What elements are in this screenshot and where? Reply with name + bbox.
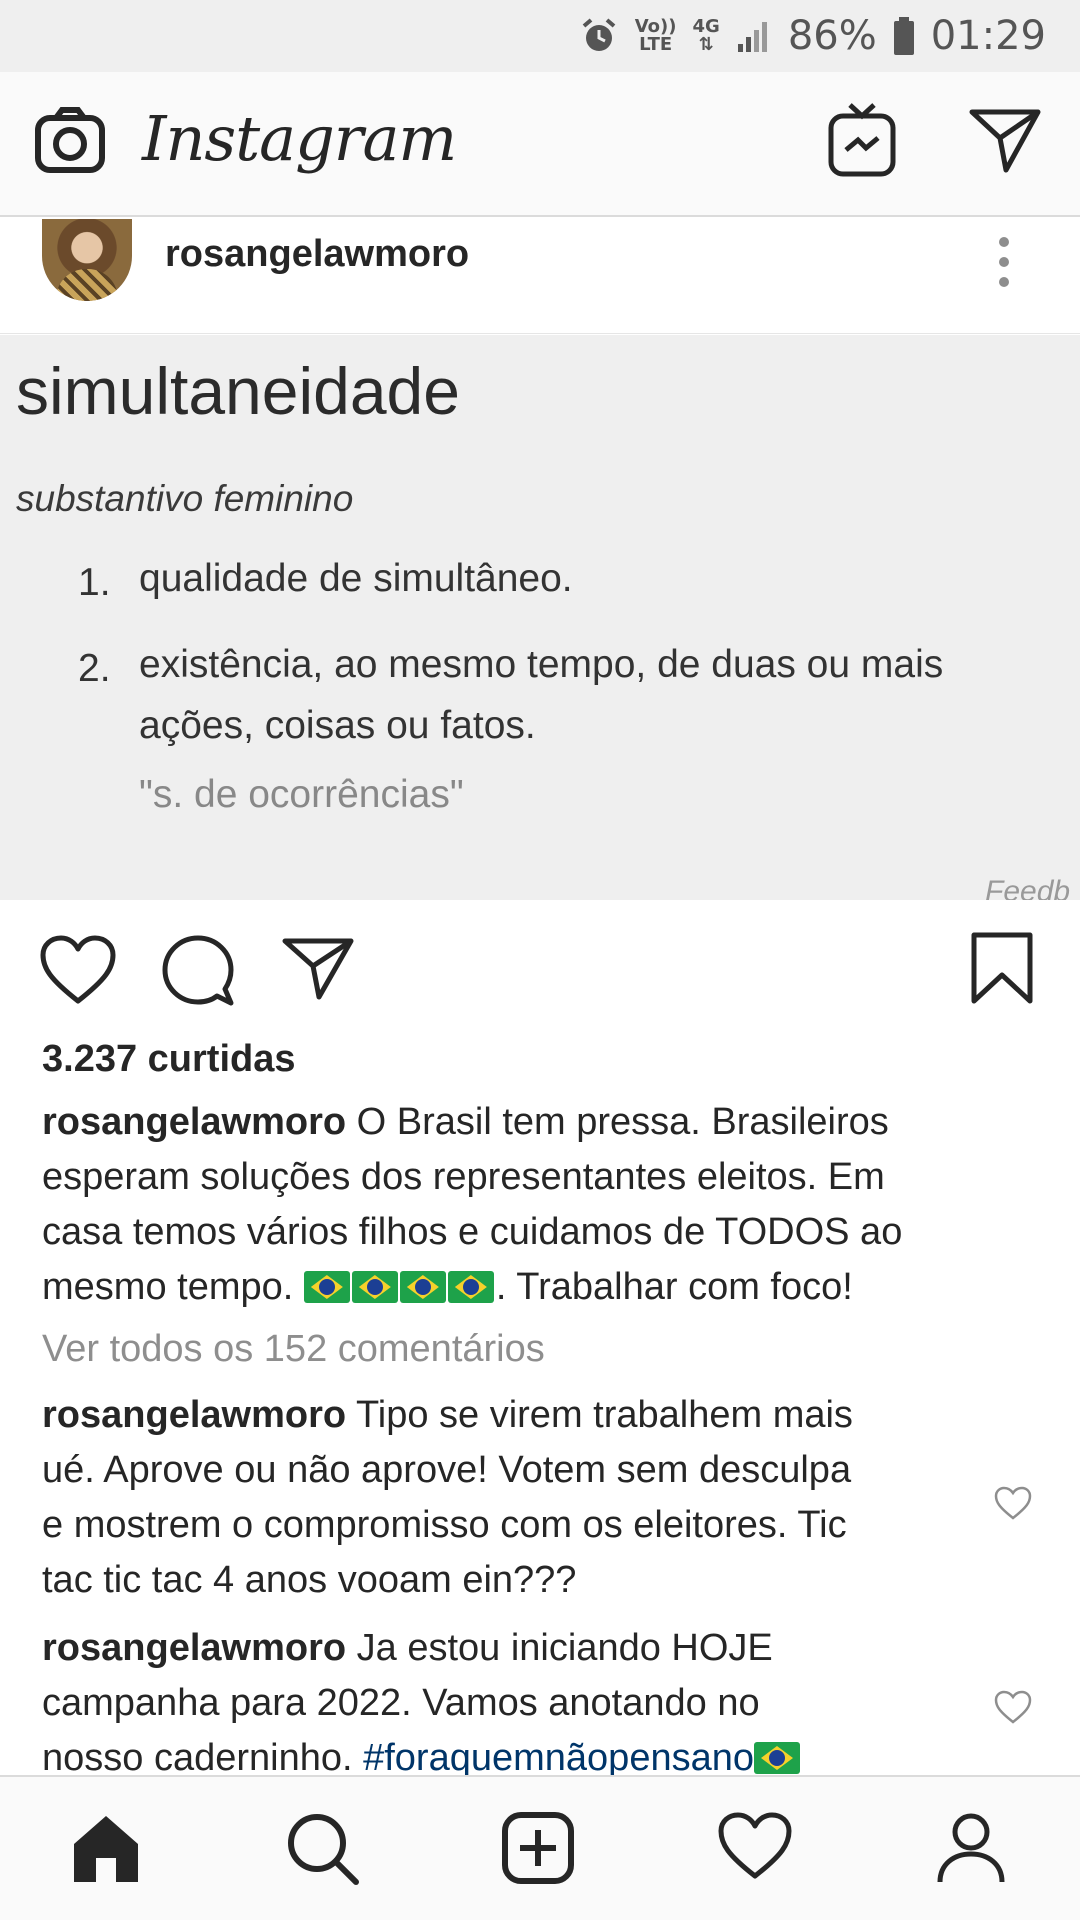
brazil-flag-icon xyxy=(753,1742,800,1774)
clock: 01:29 xyxy=(930,13,1046,59)
alarm-icon xyxy=(579,16,619,56)
signal-icon xyxy=(736,18,772,54)
battery-icon xyxy=(893,16,915,56)
post-actions xyxy=(0,915,1080,1025)
app-header: Instagram xyxy=(0,72,1080,217)
hashtag-link[interactable]: #foraquemnãopensano xyxy=(363,1737,754,1779)
profile-icon[interactable] xyxy=(936,1812,1006,1889)
comment-username[interactable]: rosangelawmoro xyxy=(42,1394,346,1436)
post-username[interactable]: rosangelawmoro xyxy=(165,233,469,276)
like-heart-icon[interactable] xyxy=(40,935,116,1010)
caption-username[interactable]: rosangelawmoro xyxy=(42,1101,346,1143)
comment-icon[interactable] xyxy=(162,935,234,1012)
network-4g-icon: 4G ⇅ xyxy=(692,16,720,55)
search-icon[interactable] xyxy=(286,1812,360,1891)
home-icon[interactable] xyxy=(70,1812,142,1889)
post-image[interactable]: simultaneidade substantivo feminino 1. q… xyxy=(0,335,1080,900)
bottom-navigation xyxy=(0,1775,1080,1920)
avatar[interactable] xyxy=(42,219,132,301)
feedback-label: Feedb xyxy=(985,875,1071,900)
app-logo: Instagram xyxy=(142,102,457,175)
dictionary-term: simultaneidade xyxy=(16,354,460,428)
view-all-comments-link[interactable]: Ver todos os 152 comentários xyxy=(42,1328,545,1371)
comment-username[interactable]: rosangelawmoro xyxy=(42,1627,346,1669)
definition-text: existência, ao mesmo tempo, de duas ou m… xyxy=(139,643,944,686)
definition-text: qualidade de simultâneo. xyxy=(139,557,573,600)
comment-like-heart-icon[interactable] xyxy=(994,1690,1032,1729)
activity-heart-icon[interactable] xyxy=(718,1812,792,1885)
like-count[interactable]: 3.237 curtidas xyxy=(42,1038,295,1081)
brazil-flag-icon xyxy=(447,1271,494,1303)
definition-text: ações, coisas ou fatos. xyxy=(139,704,536,747)
direct-message-icon[interactable] xyxy=(968,108,1042,179)
battery-percent: 86% xyxy=(787,13,877,59)
usage-example: "s. de ocorrências" xyxy=(139,773,464,816)
comment: rosangelawmoro Ja estou iniciando HOJE c… xyxy=(42,1621,962,1786)
comment: rosangelawmoro Tipo se virem trabalhem m… xyxy=(42,1394,853,1601)
brazil-flag-icon xyxy=(399,1271,446,1303)
part-of-speech: substantivo feminino xyxy=(16,478,354,519)
volte-icon: Vo)) LTE xyxy=(634,16,677,55)
new-post-icon[interactable] xyxy=(502,1812,574,1889)
post-header: rosangelawmoro xyxy=(0,219,1080,334)
bookmark-icon[interactable] xyxy=(970,931,1034,1010)
igtv-icon[interactable] xyxy=(828,102,896,183)
definition-number: 2. xyxy=(78,647,111,690)
post-caption: rosangelawmoro O Brasil tem pressa. Bras… xyxy=(42,1101,903,1308)
share-icon[interactable] xyxy=(282,937,354,1006)
brazil-flag-icon xyxy=(303,1271,350,1303)
more-options-icon[interactable] xyxy=(994,234,1014,295)
comment-like-heart-icon[interactable] xyxy=(994,1486,1032,1525)
definition-number: 1. xyxy=(78,561,111,604)
status-bar: Vo)) LTE 4G ⇅ 86% 01:29 xyxy=(0,0,1080,72)
brazil-flag-icon xyxy=(351,1271,398,1303)
camera-icon[interactable] xyxy=(34,106,106,183)
